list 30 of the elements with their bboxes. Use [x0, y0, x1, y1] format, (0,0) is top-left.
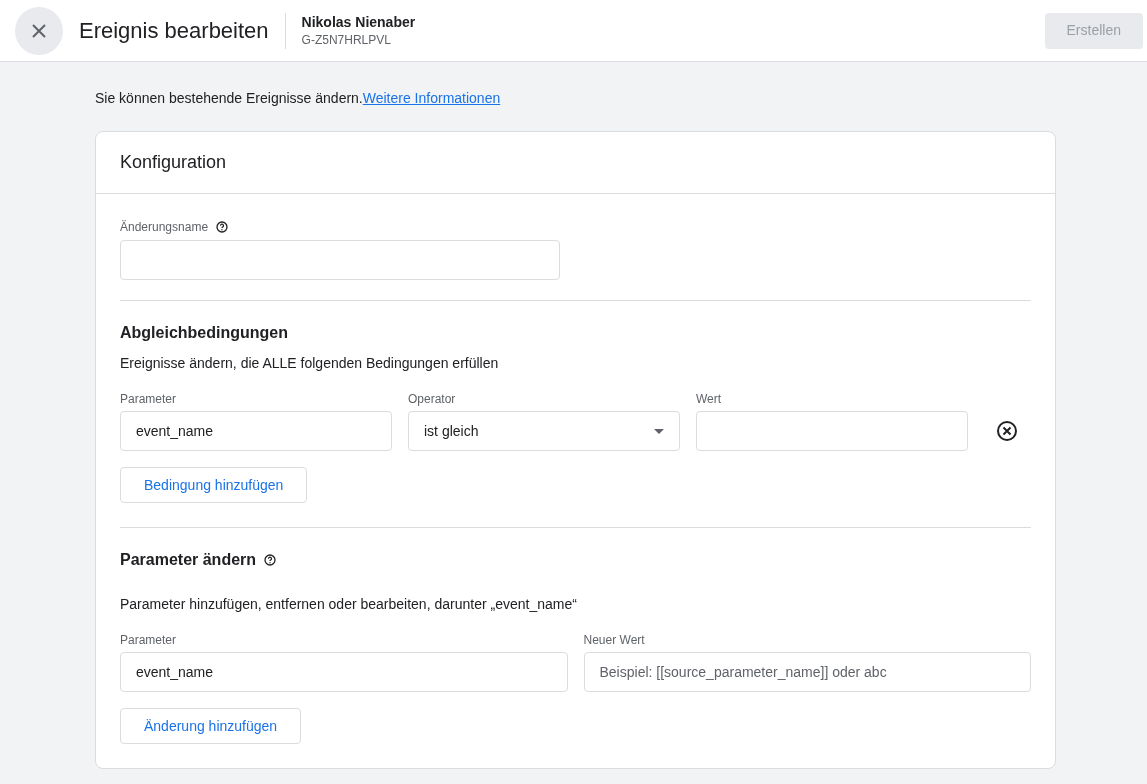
text-input[interactable]: event_name: [120, 411, 392, 451]
page-title: Ereignis bearbeiten: [79, 17, 269, 45]
field-label: Operator: [408, 391, 457, 408]
help-icon: [264, 554, 277, 566]
text-input[interactable]: event_name: [120, 652, 568, 692]
add-condition-button[interactable]: Bedingung hinzufügen: [120, 467, 308, 503]
account-name: Nikolas Nienaber: [301, 12, 416, 31]
dropdown-arrow-icon: [654, 428, 664, 434]
intro-text: Sie können bestehende Ereignisse ändern.: [95, 90, 363, 106]
section-heading: Parameter ändern: [120, 550, 257, 570]
more-info-link[interactable]: Weitere Informationen: [362, 90, 501, 106]
field-label: Änderungsname: [120, 219, 209, 236]
field-label: Wert: [696, 391, 723, 408]
field-label: Neuer Wert: [583, 632, 646, 649]
section-description: Parameter hinzufügen, entfernen oder bearbeiten, darunter „event_name“: [120, 595, 578, 614]
operator-dropdown[interactable]: ist gleich: [408, 411, 680, 451]
remove-icon[interactable]: [996, 420, 1018, 442]
section-description: Ereignisse ändern, die ALLE folgenden Bedingungen erfüllen: [120, 354, 500, 373]
close-icon: [32, 23, 46, 38]
add-change-button[interactable]: Änderung hinzufügen: [120, 708, 302, 744]
text-input[interactable]: [696, 411, 968, 451]
section-heading: Abgleichbedingungen: [120, 323, 289, 343]
text-input[interactable]: Beispiel: [[source_parameter_name]] oder abc: [583, 652, 1031, 692]
field-label: Parameter: [120, 391, 178, 408]
name-input[interactable]: [120, 240, 560, 280]
card-title: Konfiguration: [96, 132, 1055, 194]
property-id: G-Z5N7HRLPVL: [301, 31, 392, 49]
close-button[interactable]: [15, 6, 63, 55]
field-label: Parameter: [120, 632, 178, 649]
help-icon: [216, 221, 229, 233]
